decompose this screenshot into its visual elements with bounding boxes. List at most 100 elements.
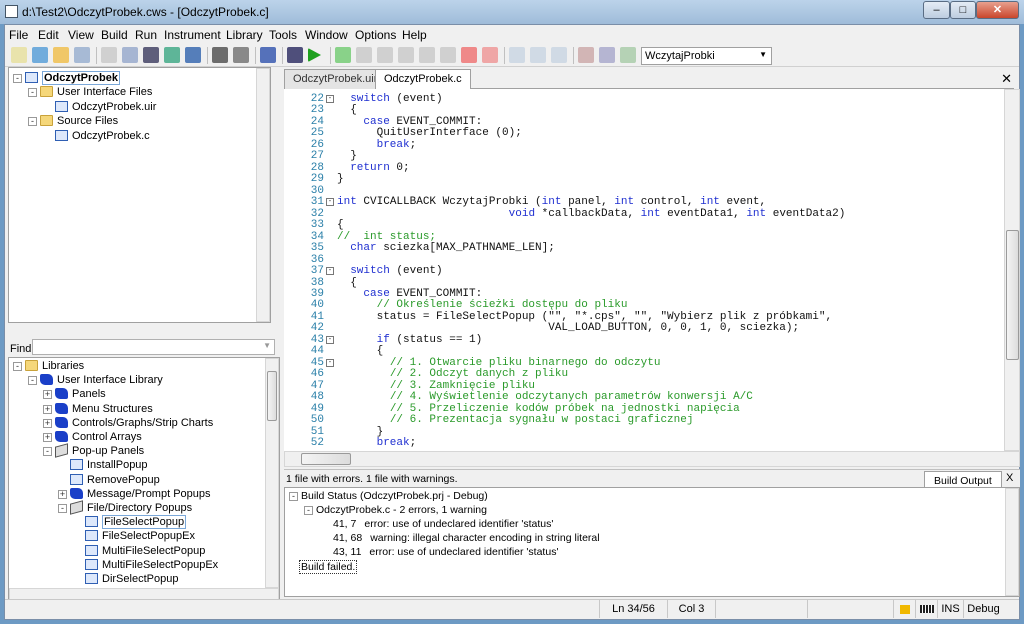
code-line[interactable]: 48 // 4. Wyświetlenie odczytanych parame… [284,391,1004,403]
close-tab-icon[interactable]: ✕ [1001,71,1012,87]
tree-item-message-prompt-popups[interactable]: Message/Prompt Popups [70,487,211,501]
tree-item-multifileselectpopup[interactable]: MultiFileSelectPopup [85,544,205,558]
tree-item-dirselectpopup[interactable]: DirSelectPopup [85,572,178,586]
function-select[interactable]: WczytajProbki ▼ [641,47,772,65]
menu-build[interactable]: Build [101,28,128,42]
break-on-icon[interactable] [419,47,435,63]
menu-view[interactable]: View [68,28,94,42]
code-line[interactable]: 31- int CVICALLBACK WczytajProbki (int pa… [284,196,1004,208]
tree-expand-toggle[interactable]: + [58,489,67,499]
fold-toggle-icon[interactable]: - [326,335,334,344]
go-icon[interactable] [335,47,351,63]
code-line[interactable]: 44 { [284,345,1004,357]
close-window-button[interactable]: ✕ [976,1,1019,19]
code-editor[interactable]: 22- switch (event) 23 {24 case EVENT_COMM… [284,89,1004,451]
close-build-output-button[interactable]: X [1006,472,1013,484]
code-line[interactable]: 23 { [284,104,1004,116]
maximize-button[interactable]: □ [950,1,976,19]
stop-icon[interactable] [461,47,477,63]
code-line[interactable]: 28 return 0; [284,162,1004,174]
tree-item-fileselectpopupex[interactable]: FileSelectPopupEx [85,529,195,543]
tree-expand-toggle[interactable]: - [58,504,67,513]
tree-expand-toggle[interactable]: + [43,418,52,428]
code-line[interactable]: 32 void *callbackData, int eventData1, i… [284,208,1004,220]
tree-item-source-files[interactable]: Source Files [40,114,118,128]
code-line[interactable]: 43- if (status == 1) [284,334,1004,346]
find-icon[interactable] [212,47,228,63]
toggle-breakpoint-icon[interactable] [509,47,525,63]
code-line[interactable]: 36 [284,254,1004,266]
ui-editor-icon[interactable] [185,47,201,63]
library-tree-vscrollbar[interactable] [265,358,279,588]
step-over-icon[interactable] [377,47,393,63]
tree-expand-toggle[interactable]: + [43,433,52,442]
code-line[interactable]: 51 } [284,426,1004,438]
code-line[interactable]: 34 // int status; [284,231,1004,243]
collapse-icon[interactable]: - [289,492,298,501]
find-replace-icon[interactable] [233,47,249,63]
minimize-button[interactable]: – [923,1,950,19]
code-line[interactable]: 39 case EVENT_COMMIT: [284,288,1004,300]
code-line[interactable]: 26 break; [284,139,1004,151]
build-message[interactable]: 41, 7 error: use of undeclared identifier… [333,518,553,530]
code-line[interactable]: 38 { [284,277,1004,289]
build-result[interactable]: Build failed. [299,560,358,574]
tree-item-installpopup[interactable]: InstallPopup [70,458,148,472]
link-icon[interactable] [101,47,117,63]
continue-icon[interactable] [440,47,456,63]
watch-icon[interactable] [551,47,567,63]
fold-toggle-icon[interactable]: - [326,267,334,276]
tree-item-odczytprobek-uir[interactable]: OdczytProbek.uir [55,100,156,114]
breakpoint-list-icon[interactable] [530,47,546,63]
function-panel-icon[interactable] [260,47,276,63]
menu-instrument[interactable]: Instrument [164,28,221,42]
code-line[interactable]: 33 { [284,219,1004,231]
step-out-icon[interactable] [398,47,414,63]
tree-expand-toggle[interactable]: - [28,88,37,98]
terminate-icon[interactable] [482,47,498,63]
threads-icon[interactable] [620,47,636,63]
code-line[interactable]: 27 } [284,150,1004,162]
build-file-node[interactable]: OdczytProbek.c - 2 errors, 1 warning [316,504,487,516]
build-icon[interactable] [143,47,159,63]
code-line[interactable]: 40 // Określenie ścieżki dostępu do plik… [284,299,1004,311]
code-line[interactable]: 45- // 1. Otwarcie pliku binarnego do od… [284,357,1004,369]
tree-item-odczytprobek-c[interactable]: OdczytProbek.c [55,129,150,143]
code-line[interactable]: 30 [284,185,1004,197]
pane-splitter[interactable] [8,327,271,337]
tree-item-fileselectpopup[interactable]: FileSelectPopup [85,515,187,530]
code-line[interactable]: 24 case EVENT_COMMIT: [284,116,1004,128]
tree-expand-toggle[interactable]: - [28,376,37,386]
code-line[interactable]: 46 // 2. Odczyt danych z pliku [284,368,1004,380]
debug-icon[interactable] [164,47,180,63]
step-into-icon[interactable] [356,47,372,63]
tree-item-menu-structures[interactable]: Menu Structures [55,402,153,416]
editor-vscrollbar[interactable] [1004,89,1020,451]
save-icon[interactable] [74,47,90,63]
tree-item-panels[interactable]: Panels [55,387,106,401]
fold-toggle-icon[interactable]: - [326,198,334,207]
tab-odczytprobek-c[interactable]: OdczytProbek.c [375,69,471,90]
code-line[interactable]: 47 // 3. Zamknięcie pliku [284,380,1004,392]
build-message[interactable]: 43, 11 error: use of undeclared identifie… [333,546,558,558]
find-input[interactable]: ▼ [32,339,275,355]
new-c-file-icon[interactable] [11,47,27,63]
project-tree-scrollbar[interactable] [256,68,270,322]
memory-icon[interactable] [599,47,615,63]
tree-item-user-interface-library[interactable]: User Interface Library [40,373,163,387]
code-line[interactable]: 35 char sciezka[MAX_PATHNAME_LEN]; [284,242,1004,254]
menu-run[interactable]: Run [135,28,157,42]
new-uir-icon[interactable] [32,47,48,63]
tree-item-control-arrays[interactable]: Control Arrays [55,430,142,444]
step-icon[interactable] [287,47,303,63]
menu-file[interactable]: File [9,28,28,42]
collapse-icon[interactable]: - [304,506,313,515]
open-folder-icon[interactable] [53,47,69,63]
menu-edit[interactable]: Edit [38,28,59,42]
code-line[interactable]: 52 break; [284,437,1004,449]
tree-item-pop-up-panels[interactable]: Pop-up Panels [55,443,144,458]
tree-expand-toggle[interactable]: - [28,117,37,127]
code-line[interactable]: 41 status = FileSelectPopup ("", "*.cps"… [284,311,1004,323]
code-line[interactable]: 25 QuitUserInterface (0); [284,127,1004,139]
tree-item-user-interface-files[interactable]: User Interface Files [40,85,152,99]
